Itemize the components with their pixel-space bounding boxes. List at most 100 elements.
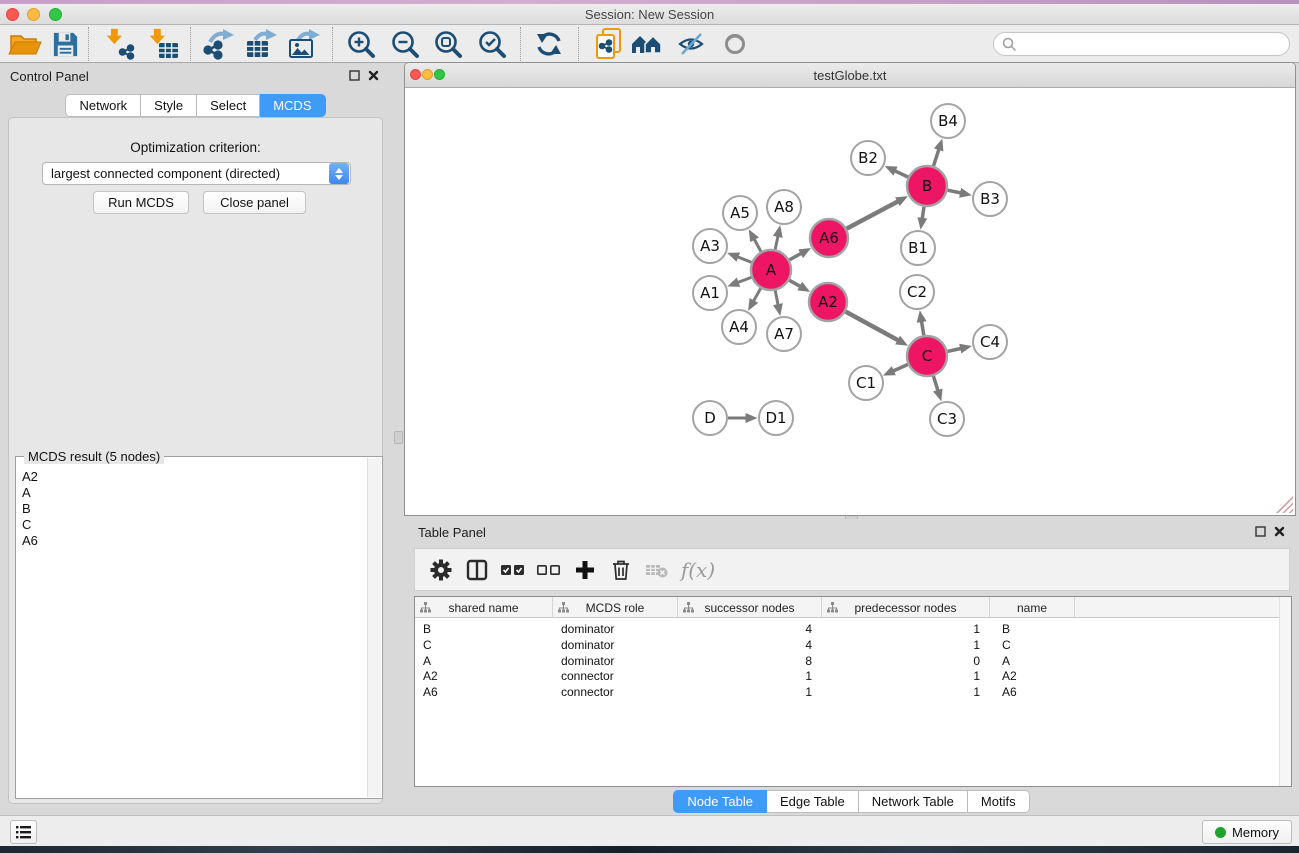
search-input[interactable] bbox=[1017, 36, 1289, 53]
refresh-icon[interactable] bbox=[530, 27, 568, 61]
table-cell[interactable]: dominator bbox=[561, 637, 678, 653]
table-cell[interactable]: 0 bbox=[822, 653, 980, 669]
gear-icon[interactable] bbox=[423, 552, 459, 588]
table-cell[interactable]: A bbox=[1002, 653, 1079, 669]
edge-A-A2[interactable] bbox=[789, 280, 800, 286]
table-cell[interactable]: A6 bbox=[423, 684, 553, 700]
show-selected-eye-icon[interactable] bbox=[716, 27, 754, 61]
copy-network-view-icon[interactable] bbox=[590, 27, 628, 61]
edge-A-A7[interactable] bbox=[775, 291, 778, 305]
table-cell[interactable]: dominator bbox=[561, 621, 678, 637]
node-B1[interactable]: B1 bbox=[901, 231, 935, 265]
select-all-icon[interactable] bbox=[495, 552, 531, 588]
edge-A-A5[interactable] bbox=[754, 239, 761, 251]
vertical-splitter-handle[interactable] bbox=[394, 431, 403, 444]
edge-B-B2[interactable] bbox=[895, 171, 908, 177]
table-cell[interactable]: dominator bbox=[561, 653, 678, 669]
function-builder-icon[interactable]: f(x) bbox=[675, 552, 721, 588]
close-panel-button[interactable]: Close panel bbox=[203, 191, 306, 214]
table-cell[interactable]: B bbox=[1002, 621, 1079, 637]
table-cell[interactable]: 4 bbox=[678, 637, 812, 653]
tab-style[interactable]: Style bbox=[141, 94, 197, 117]
trash-icon[interactable] bbox=[603, 552, 639, 588]
edge-A6-B[interactable] bbox=[847, 202, 898, 229]
node-B3[interactable]: B3 bbox=[973, 182, 1007, 216]
tab-edge-table[interactable]: Edge Table bbox=[767, 790, 859, 813]
result-list-item[interactable]: B bbox=[22, 501, 360, 517]
network-window-titlebar[interactable]: testGlobe.txt bbox=[405, 63, 1295, 88]
edge-B-B3[interactable] bbox=[948, 190, 961, 193]
import-network-icon[interactable] bbox=[101, 27, 139, 61]
table-cell[interactable]: A6 bbox=[1002, 684, 1079, 700]
table-cell[interactable]: 4 bbox=[678, 621, 812, 637]
result-scrollbar[interactable] bbox=[367, 458, 381, 797]
node-A4[interactable]: A4 bbox=[722, 310, 756, 344]
column-header-predecessor-nodes[interactable]: predecessor nodes bbox=[822, 597, 990, 618]
edge-B-B4[interactable] bbox=[934, 150, 939, 167]
edge-A-A4[interactable] bbox=[754, 288, 761, 301]
close-panel-icon[interactable] bbox=[1274, 526, 1285, 537]
delete-table-icon[interactable] bbox=[639, 552, 675, 588]
tab-node-table[interactable]: Node Table bbox=[673, 790, 767, 813]
float-panel-icon[interactable] bbox=[349, 70, 360, 81]
add-entry-icon[interactable] bbox=[567, 552, 603, 588]
table-cell[interactable]: 1 bbox=[822, 621, 980, 637]
table-cell[interactable]: 8 bbox=[678, 653, 812, 669]
hide-selected-eye-slash-icon[interactable] bbox=[672, 27, 710, 61]
export-table-icon[interactable] bbox=[243, 27, 281, 61]
table-cell[interactable]: 1 bbox=[678, 668, 812, 684]
edge-C-C3[interactable] bbox=[933, 376, 938, 390]
zoom-in-icon[interactable] bbox=[342, 27, 380, 61]
node-D[interactable]: D bbox=[693, 401, 727, 435]
table-cell[interactable]: A2 bbox=[1002, 668, 1079, 684]
table-cell[interactable]: 1 bbox=[822, 668, 980, 684]
node-A1[interactable]: A1 bbox=[693, 276, 727, 310]
close-panel-icon[interactable] bbox=[368, 70, 379, 81]
table-cell[interactable]: B bbox=[423, 621, 553, 637]
open-folder-icon[interactable] bbox=[6, 27, 44, 61]
tab-motifs[interactable]: Motifs bbox=[968, 790, 1030, 813]
node-C[interactable]: C bbox=[907, 336, 947, 376]
memory-button[interactable]: Memory bbox=[1202, 820, 1292, 844]
columns-icon[interactable] bbox=[459, 552, 495, 588]
table-cell[interactable]: 1 bbox=[678, 684, 812, 700]
column-header-successor-nodes[interactable]: successor nodes bbox=[678, 597, 822, 618]
edge-A-A3[interactable] bbox=[738, 257, 752, 262]
node-A[interactable]: A bbox=[751, 250, 791, 290]
network-canvas[interactable]: ABCA2A6A1A3A4A5A7A8B1B2B3B4C1C2C3C4DD1 bbox=[406, 89, 1294, 515]
float-panel-icon[interactable] bbox=[1255, 526, 1266, 537]
zoom-fit-icon[interactable] bbox=[429, 27, 467, 61]
task-history-button[interactable] bbox=[10, 820, 37, 844]
tab-select[interactable]: Select bbox=[197, 94, 260, 117]
column-header-name[interactable]: name bbox=[990, 597, 1075, 618]
tab-network-table[interactable]: Network Table bbox=[859, 790, 968, 813]
export-image-icon[interactable] bbox=[286, 27, 324, 61]
node-D1[interactable]: D1 bbox=[759, 401, 793, 435]
zoom-out-icon[interactable] bbox=[386, 27, 424, 61]
node-A6[interactable]: A6 bbox=[810, 219, 848, 257]
edge-A-A1[interactable] bbox=[738, 277, 751, 282]
search-field[interactable] bbox=[993, 32, 1290, 56]
table-cell[interactable]: A2 bbox=[423, 668, 553, 684]
edge-C-C2[interactable] bbox=[922, 322, 924, 336]
node-A5[interactable]: A5 bbox=[723, 196, 757, 230]
table-cell[interactable]: connector bbox=[561, 684, 678, 700]
save-session-icon[interactable] bbox=[46, 27, 84, 61]
node-table[interactable]: shared nameMCDS rolesuccessor nodesprede… bbox=[414, 596, 1292, 787]
tab-network[interactable]: Network bbox=[65, 94, 141, 117]
table-scrollbar[interactable] bbox=[1279, 597, 1291, 786]
table-cell[interactable]: C bbox=[423, 637, 553, 653]
table-cell[interactable]: C bbox=[1002, 637, 1079, 653]
node-C2[interactable]: C2 bbox=[900, 275, 934, 309]
table-cell[interactable]: 1 bbox=[822, 637, 980, 653]
deselect-all-icon[interactable] bbox=[531, 552, 567, 588]
result-list-item[interactable]: A bbox=[22, 485, 360, 501]
result-list-item[interactable]: A2 bbox=[22, 469, 360, 485]
node-C4[interactable]: C4 bbox=[973, 325, 1007, 359]
result-list-item[interactable]: A6 bbox=[22, 533, 360, 549]
node-B2[interactable]: B2 bbox=[851, 141, 885, 175]
node-A8[interactable]: A8 bbox=[767, 190, 801, 224]
node-B[interactable]: B bbox=[907, 166, 947, 206]
node-A3[interactable]: A3 bbox=[693, 229, 727, 263]
tab-mcds[interactable]: MCDS bbox=[260, 94, 325, 117]
